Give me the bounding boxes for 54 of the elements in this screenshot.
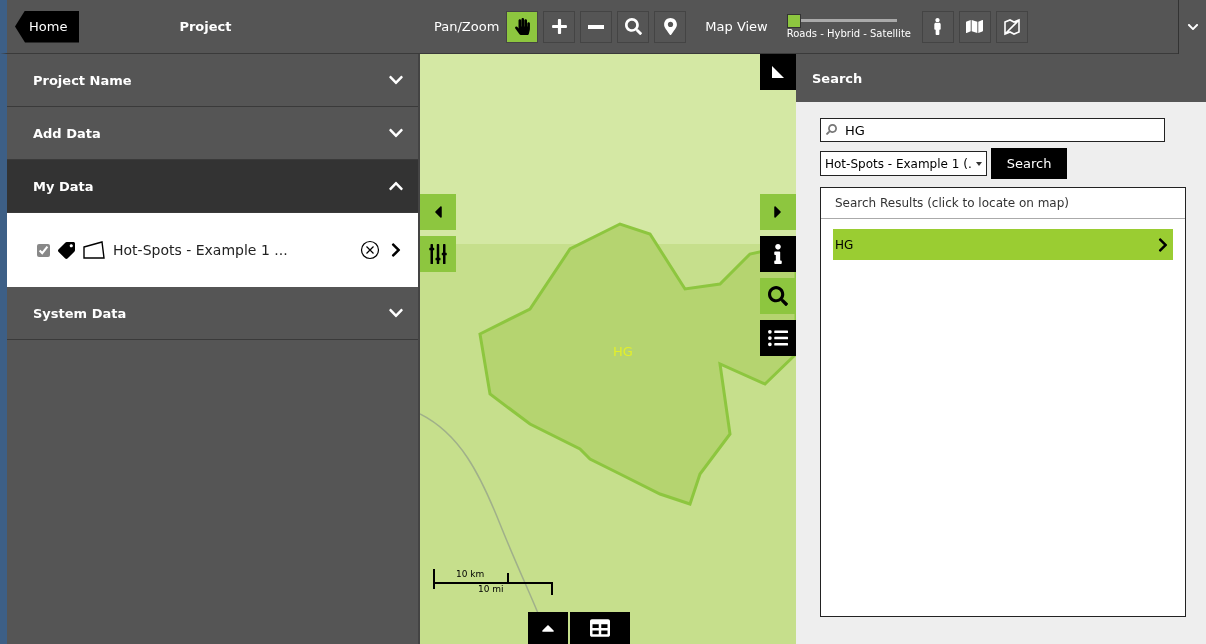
triangle-icon bbox=[770, 64, 786, 80]
map-view-slider[interactable] bbox=[786, 14, 897, 28]
scale-mi-label: 10 mi bbox=[478, 584, 504, 594]
expand-right-button[interactable] bbox=[760, 194, 796, 230]
map-pin-icon bbox=[661, 18, 679, 35]
tag-icon bbox=[58, 241, 75, 259]
map-view-label: Map View bbox=[705, 19, 768, 34]
search-icon bbox=[624, 18, 642, 35]
layer-select[interactable]: Hot-Spots - Example 1 (. bbox=[820, 151, 987, 176]
slider-caption: Roads - Hybrid - Satellite bbox=[786, 28, 911, 39]
result-item[interactable]: HG bbox=[833, 229, 1173, 260]
layer-checkbox[interactable] bbox=[37, 243, 50, 257]
map-layer-button[interactable] bbox=[958, 10, 991, 43]
hand-tool-button[interactable] bbox=[506, 10, 539, 43]
plus-icon bbox=[550, 18, 568, 35]
slider-thumb[interactable] bbox=[786, 14, 801, 28]
region-label: HG bbox=[613, 344, 633, 359]
sliders-icon bbox=[428, 244, 448, 264]
map-icon bbox=[966, 18, 984, 35]
list-button[interactable] bbox=[760, 320, 796, 356]
minus-icon bbox=[588, 24, 605, 29]
caret-down-icon bbox=[975, 161, 982, 166]
pin-tool-button[interactable] bbox=[654, 10, 687, 43]
results-title: Search Results (click to locate on map) bbox=[821, 188, 1185, 219]
hand-icon bbox=[513, 18, 531, 35]
polygon-icon bbox=[83, 241, 105, 259]
search-submit-button[interactable]: Search bbox=[990, 148, 1068, 179]
search-button[interactable] bbox=[760, 278, 796, 314]
plus-tool-button[interactable] bbox=[543, 10, 576, 43]
map-view[interactable]: HG 10 km 10 mi bbox=[420, 54, 796, 644]
accordion-header[interactable]: My Data bbox=[7, 160, 418, 213]
search-icon bbox=[768, 286, 788, 306]
list-icon bbox=[768, 328, 788, 348]
panel-up-button[interactable] bbox=[528, 612, 568, 644]
table-icon bbox=[590, 618, 610, 638]
sidebar-title: Project bbox=[179, 19, 232, 34]
search-tool-button[interactable] bbox=[617, 10, 650, 43]
crossed-map-icon bbox=[1002, 17, 1021, 36]
collapse-left-button[interactable] bbox=[420, 194, 456, 230]
minus-tool-button[interactable] bbox=[580, 10, 613, 43]
person-layer-button[interactable] bbox=[921, 10, 954, 43]
table-button[interactable] bbox=[570, 612, 630, 644]
home-button[interactable]: Home bbox=[15, 10, 80, 43]
info-button[interactable] bbox=[760, 236, 796, 272]
corner-toggle-button[interactable] bbox=[760, 54, 796, 90]
search-field[interactable]: HG bbox=[820, 118, 1165, 142]
no-map-layer-button[interactable] bbox=[995, 10, 1028, 43]
scale-km-label: 10 km bbox=[456, 569, 485, 579]
panel-title: Search bbox=[796, 54, 1206, 102]
layer-name: Hot-Spots - Example 1 ... bbox=[113, 242, 289, 258]
pan-zoom-label: Pan/Zoom bbox=[434, 19, 500, 34]
filter-button[interactable] bbox=[420, 236, 456, 272]
remove-button[interactable] bbox=[360, 240, 380, 260]
search-icon bbox=[826, 124, 837, 135]
